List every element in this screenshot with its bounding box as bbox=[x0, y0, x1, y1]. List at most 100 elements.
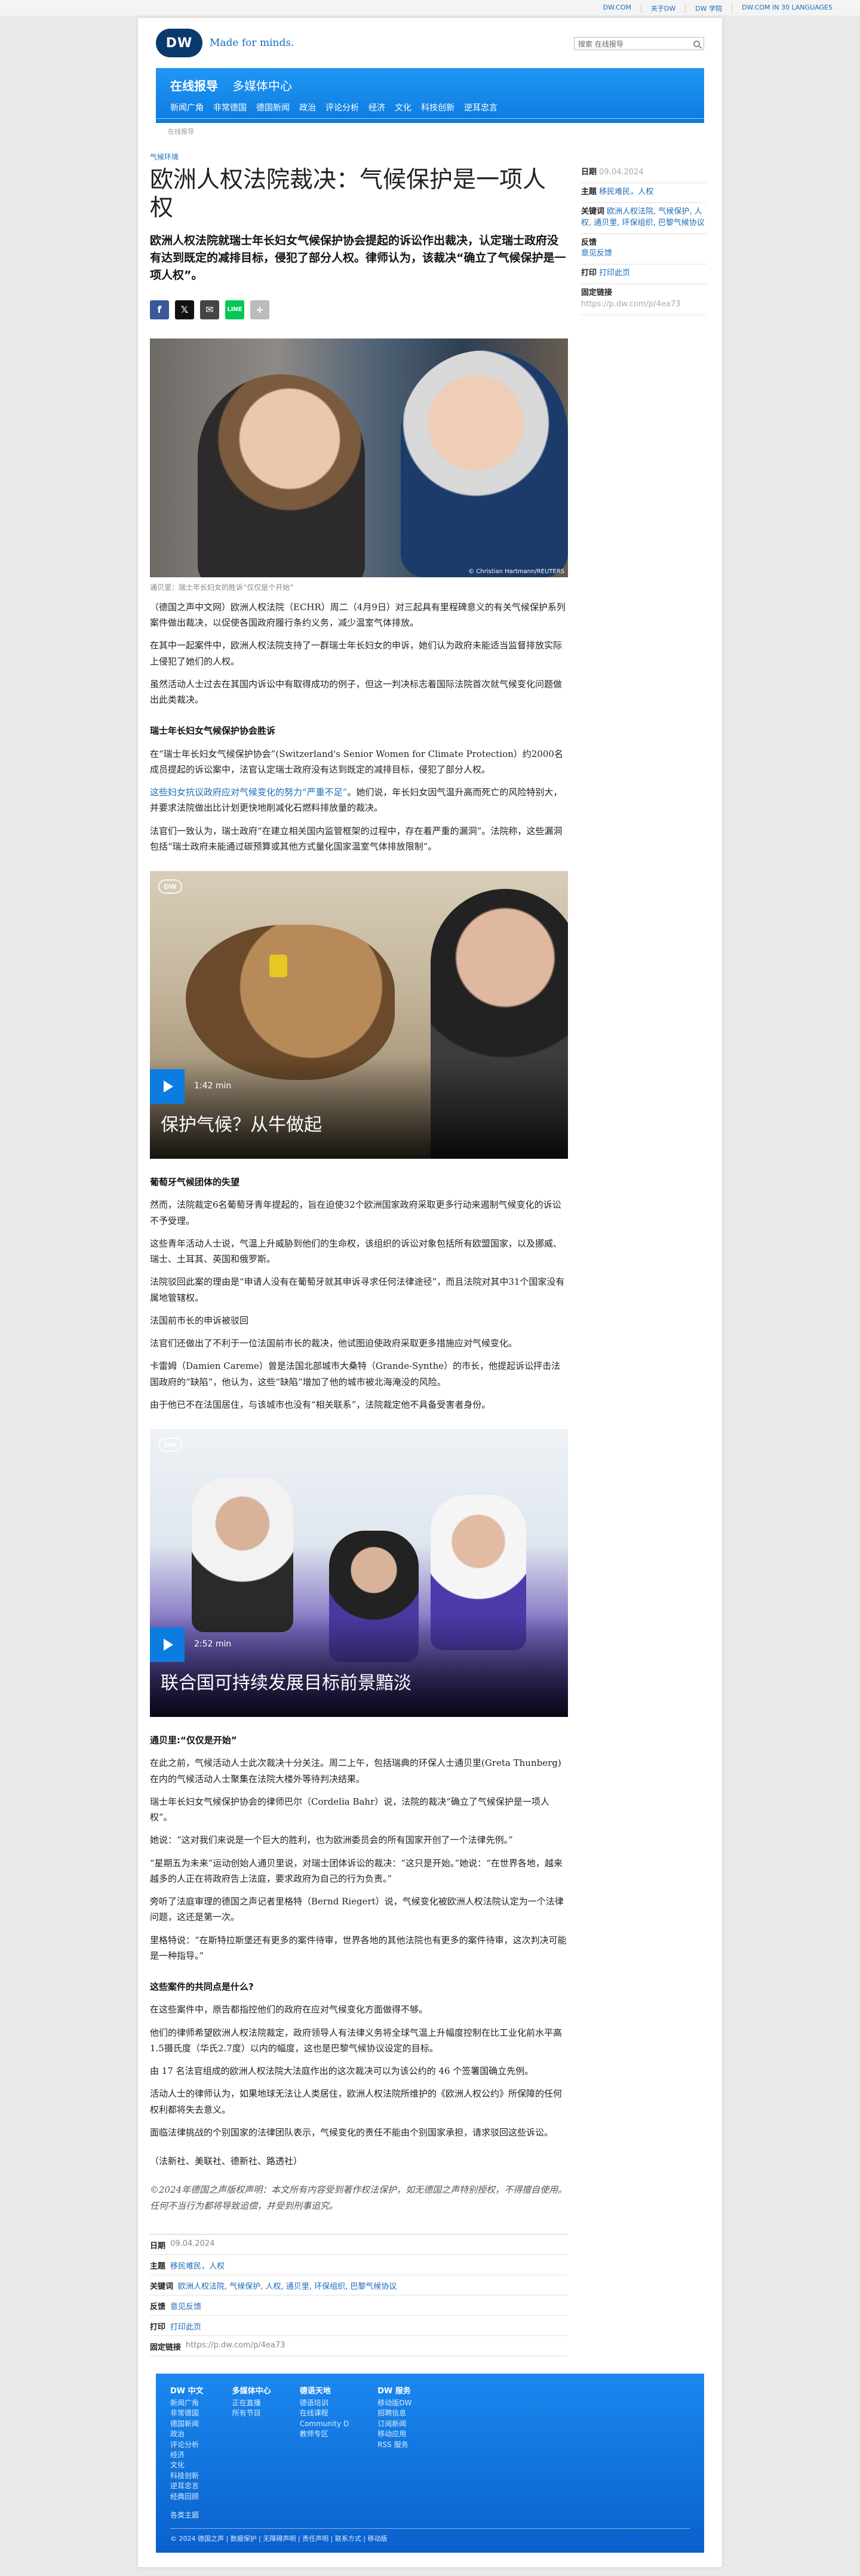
x-share-icon[interactable]: 𝕏 bbox=[175, 300, 194, 319]
logo-tagline: Made for minds. bbox=[210, 37, 294, 49]
facebook-share-icon[interactable]: f bbox=[150, 300, 169, 319]
play-icon[interactable] bbox=[150, 1627, 185, 1663]
paragraph: 她说：“这对我们来说是一个巨大的胜利，也为欧洲委员会的所有国家开创了一个法律先例… bbox=[150, 1835, 513, 1846]
paragraph: （德国之声中文网）欧洲人权法院（ECHR）周二（4月9日）对三起具有里程碑意义的… bbox=[150, 601, 566, 629]
sidebar-date: 日期 09.04.2024 bbox=[581, 164, 707, 184]
footer-link[interactable]: 新闻广角 bbox=[170, 2398, 204, 2408]
video-player-cow[interactable]: DW 1:42 min 保护气候？从牛做起 bbox=[150, 871, 568, 1159]
paragraph: 由于他已不在法国居住，与该城市也没有“相关联系”，法院裁定他不具备受害者身份。 bbox=[150, 1399, 491, 1410]
sidebar-keywords: 关键词 欧洲人权法院, 气候保护, 人权, 通贝里, 环保组织, 巴黎气候协议 bbox=[581, 203, 707, 234]
paragraph: 面临法律挑战的个别国家的法律团队表示，气候变化的责任不能由个别国家承担，请求驳回… bbox=[150, 2126, 554, 2138]
top-link-dw[interactable]: DW.COM bbox=[594, 4, 641, 13]
paragraph: “星期五为未来”运动创始人通贝里说，对瑞士团体诉讼的裁决：“这只是开始。”她说：… bbox=[150, 1857, 563, 1884]
footer-link[interactable]: 经济 bbox=[170, 2450, 204, 2460]
nav-divider bbox=[156, 118, 704, 119]
nav-tab-online-reports[interactable]: 在线报导 bbox=[170, 76, 218, 94]
print-link[interactable]: 打印此页 bbox=[170, 2320, 201, 2332]
paragraph: 法官们还做出了不利于一位法国前市长的裁决，他试图迫使政府采取更多措施应对气候变化… bbox=[150, 1338, 518, 1349]
footer-link[interactable]: 德语培训 bbox=[300, 2398, 349, 2408]
article: 气候环境 欧洲人权法院裁决：气候保护是一项人权 欧洲人权法院就瑞士年长妇女气候保… bbox=[150, 152, 568, 2356]
video-title[interactable]: 保护气候？从牛做起 bbox=[161, 1110, 322, 1136]
footer-link[interactable]: 非常德国 bbox=[170, 2408, 204, 2418]
footer-link[interactable]: 在线课程 bbox=[300, 2408, 349, 2418]
video-player-classroom[interactable]: DW 2:52 min 联合国可持续发展目标前景黯淡 bbox=[150, 1429, 568, 1718]
nav-item-news[interactable]: 新闻广角 bbox=[170, 101, 204, 113]
nav-item-german-news[interactable]: 德国新闻 bbox=[256, 101, 290, 113]
top-link-about[interactable]: 关于DW bbox=[640, 4, 685, 13]
video-duration: 1:42 min bbox=[194, 1081, 232, 1091]
footer-link[interactable]: 移动版DW bbox=[377, 2398, 411, 2408]
video-gradient bbox=[150, 1057, 568, 1159]
footer-link[interactable]: RSS 服务 bbox=[377, 2440, 411, 2450]
dw-watermark: DW bbox=[158, 1438, 182, 1452]
footer-link[interactable]: 招聘信息 bbox=[377, 2408, 411, 2418]
paragraph: 旁听了法庭审理的德国之声记者里格特（Bernd Riegert）说，气候变化被欧… bbox=[150, 1896, 564, 1923]
footer-link[interactable]: 政治 bbox=[170, 2429, 204, 2439]
footer-link[interactable]: 各类主题 bbox=[170, 2510, 204, 2520]
footer-link[interactable]: 文化 bbox=[170, 2460, 204, 2470]
paragraph: 虽然活动人士过去在其国内诉讼中有取得成功的例子，但这一判决标志着国际法院首次就气… bbox=[150, 678, 563, 706]
meta-label: 固定链接 bbox=[150, 2343, 182, 2352]
sidebar-feedback-link[interactable]: 意见反馈 bbox=[581, 249, 612, 258]
video-title[interactable]: 联合国可持续发展目标前景黯淡 bbox=[161, 1668, 411, 1694]
footer-link[interactable]: 科技创新 bbox=[170, 2471, 204, 2481]
top-link-academy[interactable]: DW 学院 bbox=[685, 4, 732, 13]
footer-link[interactable]: 德国新闻 bbox=[170, 2419, 204, 2429]
sidebar-label: 关键词 bbox=[581, 207, 605, 217]
meta-date: 09.04.2024 bbox=[170, 2239, 215, 2248]
meta-topic-link[interactable]: 移民难民，人权 bbox=[170, 2260, 225, 2271]
nav-item-science[interactable]: 科技创新 bbox=[421, 101, 454, 113]
footer-link[interactable]: 评论分析 bbox=[170, 2440, 204, 2450]
sidebar-topic-link[interactable]: 移民难民，人权 bbox=[599, 187, 653, 196]
footer-link[interactable]: Community D bbox=[300, 2419, 349, 2429]
subheading: 通贝里:“仅仅是开始” bbox=[150, 1735, 237, 1746]
footer-link[interactable]: 经典回顾 bbox=[170, 2492, 204, 2502]
footer-link[interactable]: 教师专区 bbox=[300, 2429, 349, 2439]
nav-item-politics[interactable]: 政治 bbox=[299, 101, 316, 113]
more-share-icon[interactable]: + bbox=[250, 300, 269, 319]
meta-label: 主题 bbox=[150, 2261, 166, 2271]
hero-caption: 通贝里：瑞士年长妇女的胜诉“仅仅是个开始” bbox=[150, 583, 294, 592]
inline-link[interactable]: 这些妇女抗议政府应对气候变化的努力“严重不足” bbox=[150, 787, 347, 798]
meta-keywords-row: 关键词 欧洲人权法院, 气候保护, 人权, 通贝里, 环保组织, 巴黎气候协议 bbox=[150, 2275, 568, 2295]
footer-link[interactable]: 正在直播 bbox=[232, 2398, 271, 2408]
permalink[interactable]: https://p.dw.com/p/4ea73 bbox=[186, 2341, 285, 2352]
sidebar-permalink-value[interactable]: https://p.dw.com/p/4ea73 bbox=[581, 300, 680, 309]
footer-heading: DW 中文 bbox=[170, 2387, 204, 2396]
hero-person-right bbox=[401, 350, 568, 577]
paragraph: 由 17 名法官组成的欧洲人权法院大法庭作出的这次裁决可以为该公约的 46 个签… bbox=[150, 2066, 534, 2077]
paragraph: 然而，法院裁定6名葡萄牙青年提起的，旨在迫使32个欧洲国家政府采取更多行动来遏制… bbox=[150, 1199, 561, 1226]
sidebar-print-link[interactable]: 打印此页 bbox=[599, 269, 630, 278]
footer-link[interactable]: 订阅新闻 bbox=[377, 2419, 411, 2429]
meta-label: 反馈 bbox=[150, 2302, 166, 2312]
feedback-link[interactable]: 意见反馈 bbox=[170, 2300, 201, 2312]
subheading: 瑞士年长妇女气候保护协会胜诉 bbox=[150, 725, 276, 737]
footer-heading: 德语天地 bbox=[299, 2387, 331, 2396]
sidebar-label: 固定链接 bbox=[581, 288, 613, 298]
nav-item-germany[interactable]: 非常德国 bbox=[213, 101, 247, 113]
sidebar-label: 主题 bbox=[581, 187, 597, 197]
article-sidebar: 日期 09.04.2024 主题 移民难民，人权 关键词 欧洲人权法院, 气候保… bbox=[581, 164, 707, 315]
nav-tab-media-center[interactable]: 多媒体中心 bbox=[232, 76, 292, 94]
breadcrumb[interactable]: 在线报导 bbox=[168, 127, 194, 136]
top-link-languages[interactable]: DW.COM IN 30 LANGUAGES bbox=[732, 4, 842, 13]
nav-item-economy[interactable]: 经济 bbox=[368, 101, 385, 113]
play-icon[interactable] bbox=[150, 1069, 185, 1104]
search-input[interactable]: 搜索 在线报导 bbox=[574, 37, 704, 50]
footer-link[interactable]: 逆耳忠言 bbox=[170, 2481, 204, 2491]
dw-logo[interactable]: DW Made for minds. bbox=[156, 29, 294, 57]
nav-item-opinion[interactable]: 逆耳忠言 bbox=[464, 101, 497, 113]
paragraph: 法国前市长的申诉被驳回 bbox=[150, 1315, 249, 1326]
article-body-2: 葡萄牙气候团体的失望 然而，法院裁定6名葡萄牙青年提起的，旨在迫使32个欧洲国家… bbox=[150, 1174, 568, 1412]
footer-link[interactable]: 移动应用 bbox=[377, 2429, 411, 2439]
nav-item-commentary[interactable]: 评论分析 bbox=[325, 101, 359, 113]
paragraph: 卡雷姆（Damien Careme）曾是法国北部城市大桑特（Grande-Syn… bbox=[150, 1361, 561, 1387]
meta-keywords-link[interactable]: 欧洲人权法院, 气候保护, 人权, 通贝里, 环保组织, 巴黎气候协议 bbox=[178, 2280, 397, 2291]
footer-link[interactable]: 所有节目 bbox=[232, 2408, 271, 2418]
line-share-icon[interactable]: LINE bbox=[225, 300, 244, 319]
nav-item-culture[interactable]: 文化 bbox=[395, 101, 411, 113]
email-share-icon[interactable]: ✉ bbox=[200, 300, 219, 319]
search-icon[interactable] bbox=[693, 40, 700, 47]
meta-label: 打印 bbox=[150, 2322, 166, 2332]
article-kicker[interactable]: 气候环境 bbox=[150, 152, 568, 162]
